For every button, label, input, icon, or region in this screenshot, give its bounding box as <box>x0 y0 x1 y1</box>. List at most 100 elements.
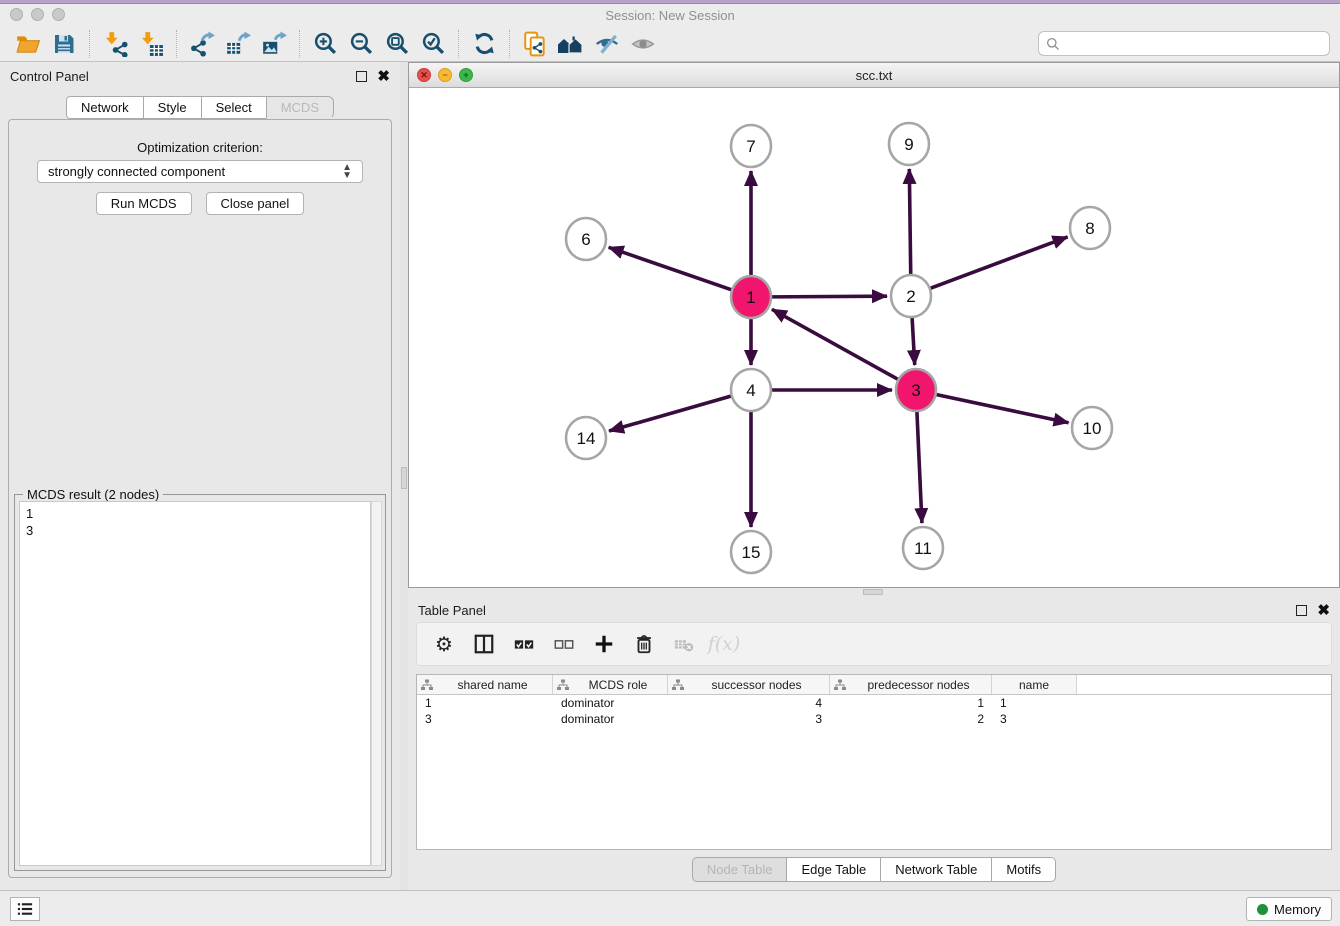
table-cell[interactable]: 2 <box>830 712 992 726</box>
column-visibility-icon[interactable] <box>467 627 501 661</box>
table-cell[interactable]: 1 <box>992 696 1077 710</box>
graph-node-11[interactable]: 11 <box>903 527 943 569</box>
graph-edge-3-10[interactable] <box>937 395 1069 423</box>
zoom-fit-icon[interactable] <box>379 28 415 60</box>
graph-edge-2-3[interactable] <box>912 318 915 365</box>
network-minimize-icon[interactable]: − <box>438 68 452 82</box>
zoom-in-icon[interactable] <box>307 28 343 60</box>
close-panel-icon[interactable]: ✖ <box>377 71 390 82</box>
tab-mcds[interactable]: MCDS <box>266 96 334 119</box>
graph-node-9[interactable]: 9 <box>889 123 929 165</box>
graph-node-7[interactable]: 7 <box>731 125 771 167</box>
refresh-view-icon[interactable] <box>466 28 502 60</box>
close-panel-icon[interactable]: ✖ <box>1317 605 1330 616</box>
select-all-icon[interactable] <box>507 627 541 661</box>
network-canvas[interactable]: 1 2 3 4 6 7 8 9 10 11 14 15 <box>409 88 1339 587</box>
tab-select[interactable]: Select <box>201 96 266 119</box>
table-cell[interactable]: 3 <box>417 712 553 726</box>
tab-style[interactable]: Style <box>143 96 201 119</box>
save-session-icon[interactable] <box>46 28 82 60</box>
graph-node-8[interactable]: 8 <box>1070 207 1110 249</box>
float-panel-icon[interactable] <box>1296 605 1307 616</box>
table-cell[interactable]: 3 <box>668 712 830 726</box>
horizontal-splitter[interactable] <box>408 588 1340 596</box>
import-table-icon[interactable] <box>133 28 169 60</box>
table-row[interactable]: 3dominator323 <box>417 711 1331 727</box>
graph-node-3[interactable]: 3 <box>896 369 936 411</box>
close-window-button[interactable] <box>10 8 23 21</box>
column-header-MCDS-role[interactable]: MCDS role <box>553 675 668 694</box>
export-network-icon[interactable] <box>184 28 220 60</box>
graph-node-1[interactable]: 1 <box>731 276 771 318</box>
splitter-grip[interactable] <box>863 589 883 595</box>
export-table-icon[interactable] <box>220 28 256 60</box>
export-image-icon[interactable] <box>256 28 292 60</box>
table-settings-icon[interactable]: ⚙ <box>427 627 461 661</box>
network-maximize-icon[interactable]: + <box>459 68 473 82</box>
splitter-grip[interactable] <box>401 467 407 489</box>
status-bar: Memory <box>0 890 1340 926</box>
result-scrollbar[interactable] <box>371 501 382 866</box>
table-cell[interactable]: 4 <box>668 696 830 710</box>
network-close-icon[interactable]: ✕ <box>417 68 431 82</box>
vertical-splitter[interactable] <box>400 62 408 890</box>
graph-edge-1-2[interactable] <box>772 296 887 297</box>
graph-node-10[interactable]: 10 <box>1072 407 1112 449</box>
optimization-criterion-select[interactable]: strongly connected component ▲▼ <box>37 160 363 183</box>
memory-label: Memory <box>1274 902 1321 917</box>
column-header-predecessor-nodes[interactable]: predecessor nodes <box>830 675 992 694</box>
tab-motifs[interactable]: Motifs <box>991 857 1056 882</box>
column-header-successor-nodes[interactable]: successor nodes <box>668 675 830 694</box>
table-cell[interactable]: dominator <box>553 712 668 726</box>
tab-edge-table[interactable]: Edge Table <box>786 857 880 882</box>
graph-edge-2-8[interactable] <box>931 237 1068 288</box>
memory-button[interactable]: Memory <box>1246 897 1332 921</box>
network-view-window: ✕ − + scc.txt 1 2 3 4 6 7 8 9 10 11 14 15 <box>408 62 1340 588</box>
table-panel-tabs: Node TableEdge TableNetwork TableMotifs <box>408 857 1340 882</box>
graph-node-4[interactable]: 4 <box>731 369 771 411</box>
graph-edge-2-9[interactable] <box>909 169 910 274</box>
unselect-all-icon[interactable] <box>547 627 581 661</box>
graph-node-14[interactable]: 14 <box>566 417 606 459</box>
minimize-window-button[interactable] <box>31 8 44 21</box>
first-neighbors-icon[interactable] <box>553 28 589 60</box>
node-table[interactable]: shared nameMCDS rolesuccessor nodesprede… <box>416 674 1332 850</box>
table-cell[interactable]: dominator <box>553 696 668 710</box>
mcds-result-list[interactable]: 13 <box>19 501 371 866</box>
graph-node-2[interactable]: 2 <box>891 275 931 317</box>
close-panel-button[interactable]: Close panel <box>206 192 305 215</box>
open-session-icon[interactable] <box>10 28 46 60</box>
graph-node-6[interactable]: 6 <box>566 218 606 260</box>
tab-node-table[interactable]: Node Table <box>692 857 787 882</box>
table-cell[interactable]: 1 <box>417 696 553 710</box>
table-cell[interactable]: 3 <box>992 712 1077 726</box>
maximize-window-button[interactable] <box>52 8 65 21</box>
column-header-shared-name[interactable]: shared name <box>417 675 553 694</box>
column-header-name[interactable]: name <box>992 675 1077 694</box>
zoom-selected-icon[interactable] <box>415 28 451 60</box>
import-network-icon[interactable] <box>97 28 133 60</box>
network-window-titlebar[interactable]: ✕ − + scc.txt <box>409 63 1339 88</box>
graph-edge-4-14[interactable] <box>609 396 731 431</box>
tab-network[interactable]: Network <box>66 96 143 119</box>
show-graphics-details-icon[interactable] <box>625 28 661 60</box>
run-mcds-button[interactable]: Run MCDS <box>96 192 192 215</box>
node-label: 10 <box>1083 419 1102 438</box>
graph-edge-3-11[interactable] <box>917 412 922 523</box>
float-panel-icon[interactable] <box>356 71 367 82</box>
table-row[interactable]: 1dominator411 <box>417 695 1331 711</box>
new-network-from-selection-icon[interactable] <box>517 28 553 60</box>
graph-node-15[interactable]: 15 <box>731 531 771 573</box>
delete-entry-icon[interactable] <box>627 627 661 661</box>
add-entry-icon[interactable] <box>587 627 621 661</box>
zoom-out-icon[interactable] <box>343 28 379 60</box>
hide-graphics-details-icon[interactable] <box>589 28 625 60</box>
result-item[interactable]: 3 <box>26 522 364 539</box>
search-input[interactable] <box>1038 31 1330 56</box>
task-history-button[interactable] <box>10 897 40 921</box>
graph-edge-3-1[interactable] <box>772 309 898 379</box>
tab-network-table[interactable]: Network Table <box>880 857 991 882</box>
graph-edge-1-6[interactable] <box>609 247 732 289</box>
result-item[interactable]: 1 <box>26 505 364 522</box>
table-cell[interactable]: 1 <box>830 696 992 710</box>
